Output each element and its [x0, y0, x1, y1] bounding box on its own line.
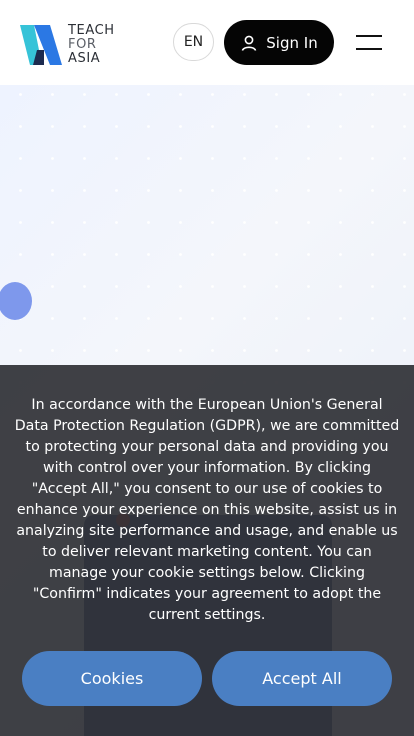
user-icon [242, 35, 257, 51]
logo-line-for: FOR [68, 37, 97, 52]
cookies-settings-button[interactable]: Cookies [22, 651, 202, 706]
cookie-consent-banner: In accordance with the European Union's … [0, 365, 414, 736]
language-selector[interactable]: EN [173, 23, 214, 61]
accept-all-button[interactable]: Accept All [212, 651, 392, 706]
site-header: TEACH FOR ASIA EN Sign In [0, 0, 414, 85]
sign-in-button[interactable]: Sign In [224, 20, 334, 65]
cookie-consent-text: In accordance with the European Union's … [14, 397, 400, 623]
hamburger-menu-icon[interactable] [356, 34, 382, 52]
dot-pattern [0, 85, 414, 385]
logo-mark-icon [20, 25, 62, 65]
logo-line-teach: TEACH [68, 23, 115, 38]
sign-in-label: Sign In [266, 33, 318, 52]
logo-line-asia: ASIA [68, 51, 101, 66]
logo[interactable]: TEACH FOR ASIA [20, 24, 130, 66]
logo-wordmark: TEACH FOR ASIA [68, 24, 115, 66]
